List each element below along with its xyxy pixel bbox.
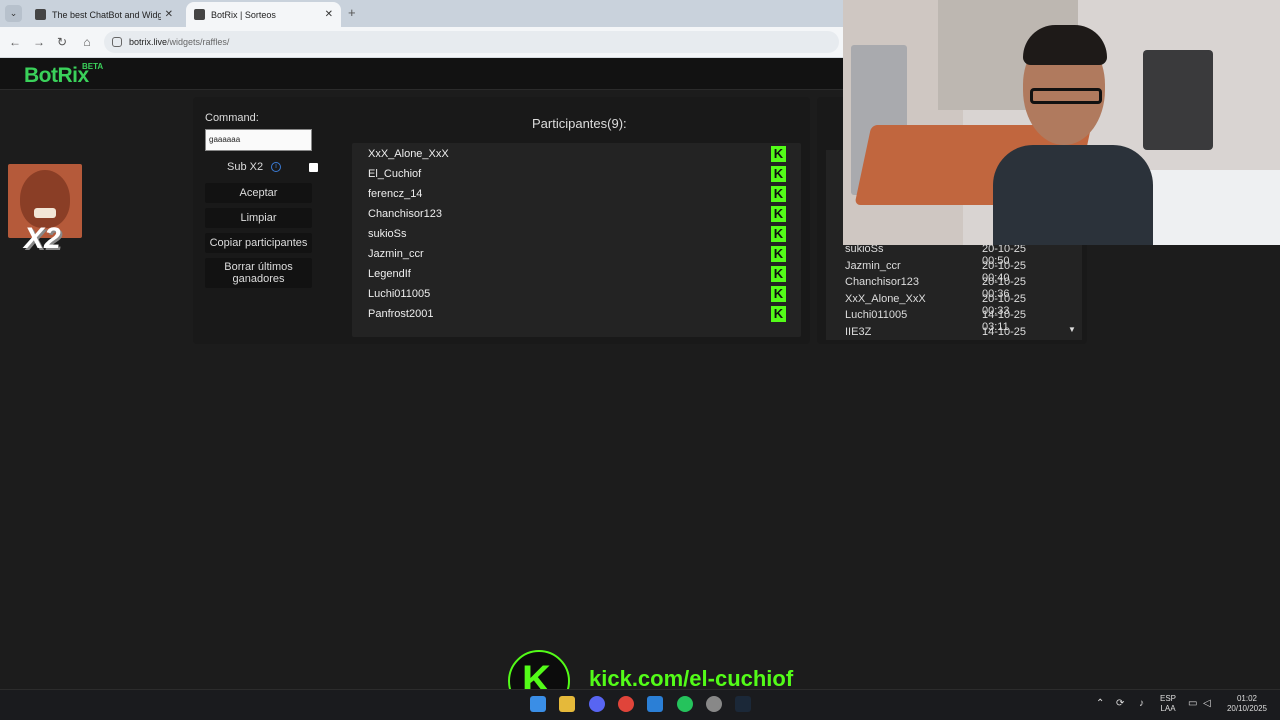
new-tab-button[interactable]: + <box>348 5 356 20</box>
participant-row: El_Cuchiof K <box>368 166 786 184</box>
tab-favicon-icon <box>35 9 46 20</box>
participant-name: Panfrost2001 <box>368 308 434 320</box>
webcam-person-body <box>993 145 1153 245</box>
participant-name: El_Cuchiof <box>368 168 422 180</box>
discord-icon[interactable] <box>589 696 605 712</box>
participant-name: sukioSs <box>368 228 407 240</box>
participant-row: Chanchisor123 K <box>368 206 786 224</box>
emote-label: X2 <box>24 222 61 255</box>
microphone-icon[interactable]: ♪ <box>1139 698 1144 709</box>
tray-expand-icon[interactable]: ⌃ <box>1096 698 1104 709</box>
back-arrow-icon[interactable]: ← <box>8 35 22 49</box>
winner-date: 14-10-25 03:10 <box>982 326 1027 336</box>
scroll-down-icon[interactable]: ▼ <box>1068 325 1076 334</box>
emote-mouth <box>34 208 56 218</box>
windows-start-icon[interactable] <box>530 696 546 712</box>
emote-face <box>20 170 70 228</box>
url-host: botrix.live <box>129 37 168 47</box>
kick-platform-icon: K <box>771 246 786 262</box>
kick-platform-icon: K <box>771 146 786 162</box>
clock[interactable]: 01:02 20/10/2025 <box>1222 694 1272 714</box>
winner-row: Chanchisor123 20-10-25 00:36 <box>845 276 1055 300</box>
whatsapp-icon[interactable] <box>677 696 693 712</box>
winner-name: Chanchisor123 <box>845 276 919 289</box>
participant-name: ferencz_14 <box>368 188 423 200</box>
home-icon[interactable]: ⌂ <box>80 35 94 49</box>
participant-row: Panfrost2001 K <box>368 306 786 324</box>
kick-platform-icon: K <box>771 186 786 202</box>
webcam-headboard <box>1143 50 1213 150</box>
participant-row: sukioSs K <box>368 226 786 244</box>
clock-date: 20/10/2025 <box>1226 704 1268 713</box>
participant-name: Luchi011005 <box>368 288 431 300</box>
sub-x2-label: Sub X2 <box>227 161 264 173</box>
file-explorer-icon[interactable] <box>559 696 575 712</box>
beta-badge: BETA <box>82 62 104 71</box>
winner-name: IIE3Z <box>845 326 872 336</box>
participant-name: LegendIf <box>368 268 411 280</box>
steam-icon[interactable] <box>735 696 751 712</box>
kick-platform-icon: K <box>771 206 786 222</box>
webcam-overlay <box>843 0 1280 245</box>
participant-name: XxX_Alone_XxX <box>368 148 449 160</box>
layout-code: LAA <box>1160 704 1176 713</box>
chrome-icon[interactable] <box>618 696 634 712</box>
reload-icon[interactable]: ↻ <box>55 35 69 49</box>
site-info-icon[interactable] <box>112 37 122 47</box>
language-indicator[interactable]: ESP LAA <box>1158 694 1178 714</box>
kick-platform-icon: K <box>771 226 786 242</box>
info-icon[interactable]: i <box>271 162 281 172</box>
winner-name: Jazmin_ccr <box>845 259 901 272</box>
participant-name: Jazmin_ccr <box>368 248 424 260</box>
close-icon[interactable]: ✕ <box>165 9 173 20</box>
sub-x2-checkbox[interactable] <box>309 163 318 172</box>
windows-taskbar <box>0 689 1280 720</box>
participant-row: ferencz_14 K <box>368 186 786 204</box>
participant-row: Jazmin_ccr K <box>368 246 786 264</box>
winner-row: XxX_Alone_XxX 20-10-25 00:33 <box>845 292 1055 317</box>
winner-row: Luchi011005 14-10-25 03:11 <box>845 309 1055 333</box>
accept-button[interactable]: Aceptar <box>205 183 312 203</box>
tab-title: The best ChatBot and Widgets <box>52 9 161 20</box>
tab-search-button[interactable]: ⌄ <box>5 5 22 22</box>
kick-platform-icon: K <box>771 286 786 302</box>
winner-row: Jazmin_ccr 20-10-25 00:40 <box>845 259 1055 284</box>
participant-row: Luchi011005 K <box>368 286 786 304</box>
participant-row: XxX_Alone_XxX K <box>368 146 786 164</box>
winner-row: sukioSs 20-10-25 00:50 <box>845 243 1055 267</box>
address-bar[interactable]: botrix.live /widgets/raffles/ <box>104 31 839 53</box>
winner-name: Luchi011005 <box>845 309 908 322</box>
participants-title: Participantes(9): <box>532 116 627 131</box>
participant-row: LegendIf K <box>368 266 786 284</box>
command-input[interactable]: gaaaaaa <box>205 129 312 151</box>
vscode-icon[interactable] <box>647 696 663 712</box>
network-icon[interactable]: ▭ <box>1188 698 1197 709</box>
tab-sorteos[interactable]: BotRix | Sorteos ✕ <box>186 2 341 27</box>
tab-title: BotRix | Sorteos <box>211 9 276 20</box>
clock-time: 01:02 <box>1236 694 1258 703</box>
winner-row: IIE3Z 14-10-25 03:10 <box>845 326 1055 336</box>
forward-arrow-icon[interactable]: → <box>32 35 46 49</box>
tab-favicon-icon <box>194 9 205 20</box>
botrix-logo[interactable]: BotRix <box>24 64 89 88</box>
obs-icon[interactable] <box>706 696 722 712</box>
kick-platform-icon: K <box>771 166 786 182</box>
delete-winners-button[interactable]: Borrar últimos ganadores <box>205 258 312 288</box>
volume-icon[interactable]: ◁ <box>1203 698 1211 709</box>
webcam-person-glasses <box>1030 88 1102 104</box>
kick-platform-icon: K <box>771 266 786 282</box>
clear-button[interactable]: Limpiar <box>205 208 312 228</box>
language-code: ESP <box>1159 694 1176 703</box>
kick-platform-icon: K <box>771 306 786 322</box>
command-label: Command: <box>205 112 259 124</box>
copy-participants-button[interactable]: Copiar participantes <box>205 233 312 253</box>
winner-name: XxX_Alone_XxX <box>845 292 926 305</box>
tab-chatbot[interactable]: The best ChatBot and Widgets ✕ <box>27 2 181 27</box>
webcam-person-hair <box>1023 25 1107 65</box>
sync-icon[interactable]: ⟳ <box>1116 698 1124 709</box>
close-icon[interactable]: ✕ <box>325 9 333 20</box>
url-path: /widgets/raffles/ <box>167 37 230 47</box>
participant-name: Chanchisor123 <box>368 208 442 220</box>
webcam-desk <box>1143 170 1280 245</box>
